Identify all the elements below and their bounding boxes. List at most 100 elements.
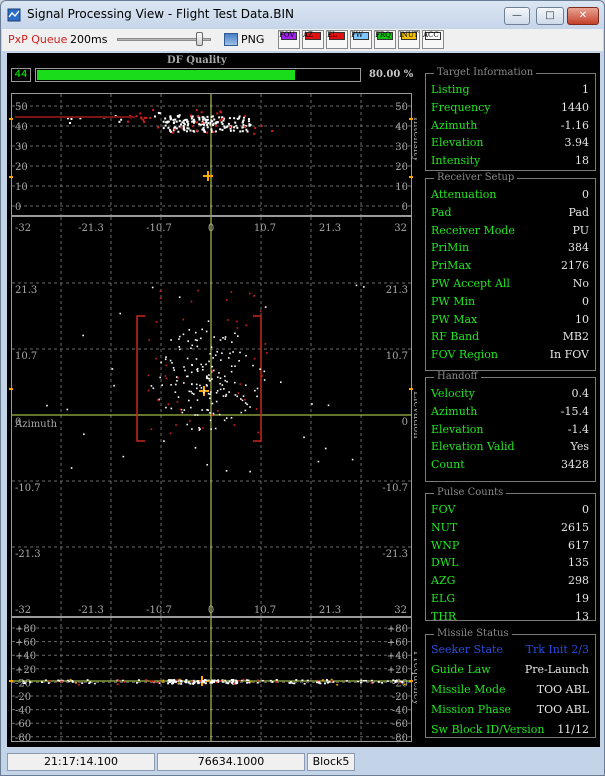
azel-point xyxy=(214,427,217,430)
png-icon[interactable] xyxy=(224,33,238,46)
azel-point xyxy=(160,361,162,364)
legend-toggle-inut[interactable]: INUT xyxy=(398,30,420,49)
azel-side-tick: -10.7 xyxy=(382,483,408,494)
minimize-button[interactable]: — xyxy=(504,7,530,25)
azel-point xyxy=(184,369,186,372)
azel-point xyxy=(196,387,198,390)
azel-point xyxy=(216,376,219,379)
azel-top-tick: 10.7 xyxy=(254,223,276,234)
azel-side-tick: -21.3 xyxy=(382,549,408,560)
azel-side-tick: -21.3 xyxy=(15,549,41,560)
info-value: TOO ABL xyxy=(536,703,589,716)
intensity-point xyxy=(196,115,199,118)
info-key: FOV xyxy=(431,503,456,516)
azel-point xyxy=(191,344,194,347)
azel-point xyxy=(225,470,228,472)
fov-bracket-right xyxy=(253,315,262,442)
frequency-point xyxy=(69,678,72,681)
legend-toggle-acc[interactable]: ACC xyxy=(422,30,444,49)
frequency-point xyxy=(225,681,228,684)
legend-toggle-frq[interactable]: FRQ xyxy=(374,30,396,49)
info-value: 2615 xyxy=(561,520,589,534)
intensity-point xyxy=(202,128,205,131)
intensity-point xyxy=(196,129,199,132)
intensity-point xyxy=(140,117,143,120)
azel-point xyxy=(223,388,225,390)
azel-point xyxy=(165,377,168,380)
legend-toggle-az[interactable]: AZ xyxy=(302,30,324,49)
info-value: -1.16 xyxy=(560,118,589,132)
azel-point xyxy=(211,414,214,417)
azel-point xyxy=(113,384,115,387)
azel-point xyxy=(179,348,181,351)
azel-point xyxy=(175,383,177,386)
legend-toggle-el[interactable]: EL xyxy=(326,30,348,49)
toolbar: PxP Queue 200ms PNG FOV AZ EL PW FRQ INUT ACC xyxy=(2,29,603,51)
frequency-point xyxy=(386,680,389,682)
azel-point xyxy=(241,399,244,402)
frequency-point xyxy=(201,680,204,683)
frequency-point xyxy=(149,680,152,682)
intensity-tick: 0 xyxy=(402,202,408,213)
azel-point xyxy=(197,289,199,292)
azel-point xyxy=(264,343,267,345)
intensity-point xyxy=(192,120,195,123)
intensity-point xyxy=(210,115,213,118)
azel-point xyxy=(238,360,240,362)
azel-point xyxy=(209,352,211,355)
intensity-point xyxy=(118,120,121,123)
azel-point xyxy=(178,338,180,340)
legend-toggle-fov[interactable]: FOV xyxy=(278,30,300,49)
azel-point xyxy=(303,436,305,439)
azel-point xyxy=(234,381,236,384)
intensity-point xyxy=(248,124,251,127)
azel-point xyxy=(176,379,178,382)
azel-side-tick: 21.3 xyxy=(15,285,37,296)
info-key: Seeker State xyxy=(431,643,503,656)
azel-point xyxy=(182,333,185,336)
frequency-point xyxy=(381,682,384,684)
intensity-point xyxy=(214,130,217,133)
frequency-point xyxy=(204,682,207,685)
interval-slider-thumb[interactable] xyxy=(196,32,203,46)
intensity-point xyxy=(241,120,244,123)
intensity-point xyxy=(239,130,242,133)
intensity-point xyxy=(248,118,251,121)
info-value: 135 xyxy=(568,556,589,570)
close-button[interactable]: ✕ xyxy=(567,7,599,25)
frequency-point xyxy=(174,680,177,683)
info-row: Velocity 0.4 xyxy=(431,387,589,403)
frequency-point xyxy=(401,681,404,684)
side-marker xyxy=(9,118,13,120)
intensity-point xyxy=(221,117,224,120)
intensity-point xyxy=(210,119,213,122)
frequency-point xyxy=(93,682,96,685)
info-row: Frequency 1440 xyxy=(431,101,589,117)
frequency-point xyxy=(221,681,224,683)
intensity-point xyxy=(171,131,174,134)
azel-point xyxy=(155,357,157,360)
azel-point xyxy=(225,395,227,397)
frequency-tick: -20 xyxy=(15,692,31,703)
intensity-point xyxy=(223,126,226,129)
info-key: Attenuation xyxy=(431,188,497,201)
legend-toggle-pw[interactable]: PW xyxy=(350,30,372,49)
azel-point xyxy=(147,374,150,377)
pulse-counts-title: Pulse Counts xyxy=(434,487,507,498)
png-export-button[interactable]: PNG xyxy=(241,33,264,46)
azel-point xyxy=(237,392,240,395)
frequency-point xyxy=(81,682,84,684)
azel-point xyxy=(214,354,217,357)
maximize-button[interactable]: □ xyxy=(536,7,564,25)
intensity-point xyxy=(235,124,238,127)
frequency-point xyxy=(78,683,81,686)
title-bar: Signal Processing View - Flight Test Dat… xyxy=(1,1,604,29)
frequency-point xyxy=(167,682,170,685)
frequency-point xyxy=(275,679,278,681)
intensity-point xyxy=(221,122,224,125)
frequency-point xyxy=(66,679,69,682)
azel-top-tick: 32 xyxy=(394,223,407,234)
azel-point xyxy=(227,319,229,321)
info-key: PW Max xyxy=(431,312,478,326)
frequency-point xyxy=(321,679,324,681)
